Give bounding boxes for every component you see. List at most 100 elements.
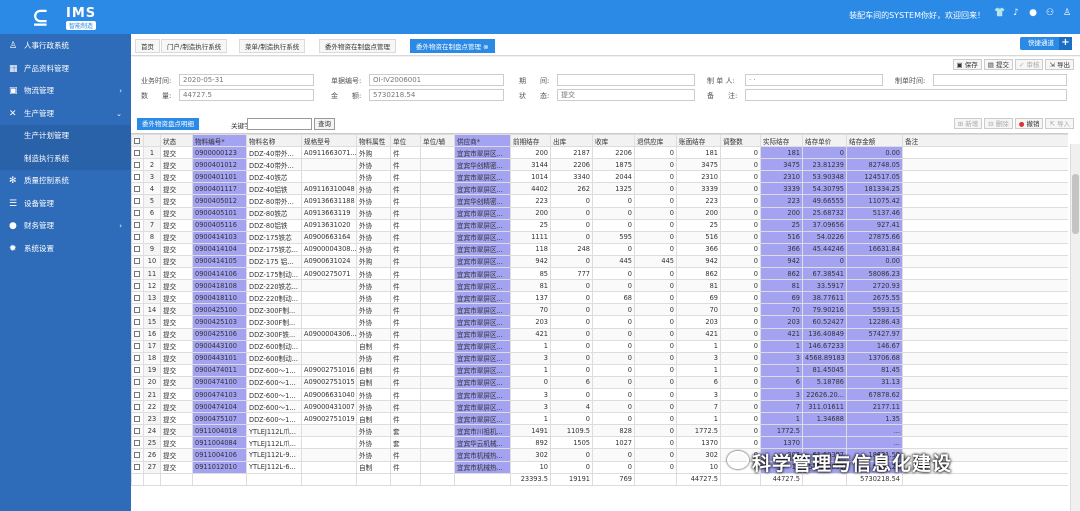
table-cell[interactable]: 1772.5 (676, 424, 721, 438)
table-cell[interactable] (301, 424, 357, 438)
table-cell[interactable] (301, 170, 357, 184)
table-row[interactable]: 8 提交 0900414103 DDZ-175铁芯 A0900663164 外协件 宜宾市翠… (131, 230, 1068, 244)
row-checkbox[interactable] (134, 185, 140, 192)
table-cell[interactable]: 提交 (160, 146, 193, 160)
table-cell[interactable]: 宜宾市机械热... (454, 448, 511, 462)
remark-cell[interactable] (902, 291, 1068, 305)
status-field[interactable]: 提交 (557, 89, 695, 101)
table-cell[interactable]: 862 (760, 267, 803, 281)
table-cell[interactable]: 外购 (356, 146, 391, 160)
table-cell[interactable]: 提交 (160, 158, 193, 172)
table-cell[interactable]: 0 (634, 242, 677, 256)
remark-cell[interactable] (902, 158, 1068, 172)
table-cell[interactable]: 81.45045 (802, 363, 847, 377)
remark-cell[interactable] (902, 424, 1068, 438)
table-cell[interactable]: 203 (676, 315, 721, 329)
row-checkbox[interactable] (134, 331, 140, 338)
table-cell[interactable]: 件 (390, 315, 421, 329)
table-cell[interactable]: 宜宾市翠屏区... (454, 412, 511, 426)
table-cell[interactable]: 862 (676, 267, 721, 281)
table-cell[interactable]: 1014 (510, 170, 551, 184)
table-cell[interactable]: 自制 (356, 363, 391, 377)
table-cell[interactable]: 外协 (356, 327, 391, 341)
table-cell[interactable]: 223 (510, 194, 551, 208)
users-icon[interactable]: ⚇ (1045, 8, 1055, 18)
table-cell[interactable]: 8 (143, 230, 161, 244)
table-cell[interactable]: 146.67233 (802, 339, 847, 353)
table-cell[interactable]: 7 (676, 400, 721, 414)
table-cell[interactable]: 5137.46 (846, 206, 903, 220)
table-row[interactable]: 3 提交 0900401101 DDZ-40铁芯 外协件 宜宾市翠屏区... 1014 334… (131, 170, 1068, 184)
remark-cell[interactable] (902, 279, 1068, 293)
table-cell[interactable]: 200 (676, 206, 721, 220)
table-cell[interactable]: 件 (390, 279, 421, 293)
table-cell[interactable]: 提交 (160, 436, 193, 450)
table-cell[interactable]: 1370 (760, 436, 803, 450)
column-header[interactable]: 实际结存 (760, 134, 803, 148)
table-cell[interactable]: DDZ-80铝铁 (246, 218, 302, 232)
table-cell[interactable]: 181 (676, 146, 721, 160)
table-cell[interactable]: 宜宾市翠屏区... (454, 254, 511, 269)
row-checkbox[interactable] (134, 379, 140, 386)
table-cell[interactable]: 宜宾市翠屏区... (454, 363, 511, 377)
table-cell[interactable]: 0 (720, 351, 761, 365)
table-cell[interactable]: 0 (634, 206, 677, 220)
table-cell[interactable]: A0913663119 (301, 206, 357, 220)
table-cell[interactable]: 136.40849 (802, 327, 847, 341)
table-cell[interactable]: ... (846, 424, 903, 438)
table-cell[interactable]: 11 (143, 267, 161, 281)
table-cell[interactable]: 0 (720, 182, 761, 196)
table-cell[interactable]: 件 (390, 291, 421, 305)
table-cell[interactable]: 宜宾市翠屏区... (454, 242, 511, 256)
column-header[interactable]: 调整数 (720, 134, 761, 148)
table-cell[interactable]: DDZ-175铁芯 (246, 230, 302, 244)
table-cell[interactable]: DDZ-600制动... (246, 339, 302, 353)
table-cell[interactable]: 1875 (592, 158, 635, 172)
sidebar-item-5[interactable]: 制造执行系统 (0, 147, 131, 170)
row-checkbox[interactable] (134, 391, 140, 398)
table-cell[interactable]: A09116310048 (301, 182, 357, 196)
table-cell[interactable]: 7 (760, 400, 803, 414)
table-cell[interactable]: 516 (676, 230, 721, 244)
quick-nav-button[interactable]: 快捷通道 + (1020, 37, 1072, 50)
column-header[interactable]: 结存金额 (846, 134, 903, 148)
table-cell[interactable]: 0 (634, 363, 677, 377)
table-cell[interactable]: 提交 (160, 400, 193, 414)
table-row[interactable]: 20 提交 0900474100 DDZ-600～1... A09002751015 自制… (131, 375, 1068, 389)
remark-cell[interactable] (902, 182, 1068, 196)
table-cell[interactable]: 件 (390, 400, 421, 414)
table-cell[interactable] (802, 424, 847, 438)
table-cell[interactable]: 1370 (676, 436, 721, 450)
table-cell[interactable]: 1 (760, 339, 803, 353)
table-row[interactable]: 11 提交 0900414106 DDZ-175制动... A0900275071 外协件… (131, 267, 1068, 281)
table-cell[interactable]: 892 (510, 436, 551, 450)
table-cell[interactable]: 0 (720, 375, 761, 389)
table-cell[interactable]: 0 (720, 303, 761, 317)
row-checkbox[interactable] (134, 270, 140, 277)
table-cell[interactable]: 421 (760, 327, 803, 341)
row-checkbox[interactable] (134, 246, 140, 253)
table-cell[interactable]: 67.38541 (802, 267, 847, 281)
remark-cell[interactable] (902, 146, 1068, 160)
table-cell[interactable]: 外协 (356, 242, 391, 256)
table-row[interactable]: 24 提交 0911004018 YTLEJ112L爪... 外协套宜宾市川祖机... 1… (131, 424, 1068, 438)
table-cell[interactable] (301, 448, 357, 462)
column-header[interactable]: 单位 (390, 134, 421, 148)
table-cell[interactable]: 0 (634, 351, 677, 365)
table-cell[interactable]: 外协 (356, 182, 391, 196)
table-cell[interactable]: 0 (592, 267, 635, 281)
table-cell[interactable]: 1.34688 (802, 412, 847, 426)
table-cell[interactable]: 0 (510, 375, 551, 389)
table-cell[interactable]: 0 (634, 375, 677, 389)
table-cell[interactable]: 0 (720, 424, 761, 438)
table-cell[interactable]: 3339 (760, 182, 803, 196)
table-cell[interactable]: 3 (676, 387, 721, 402)
table-cell[interactable]: 25.68732 (802, 206, 847, 220)
table-cell[interactable]: 0 (634, 230, 677, 244)
table-cell[interactable]: 0900475107 (192, 412, 247, 426)
table-cell[interactable]: 0 (592, 387, 635, 402)
table-cell[interactable]: 自制 (356, 375, 391, 389)
table-cell[interactable]: A09006631040 (301, 387, 357, 402)
table-cell[interactable]: 3 (760, 387, 803, 402)
table-cell[interactable]: 2310 (676, 170, 721, 184)
